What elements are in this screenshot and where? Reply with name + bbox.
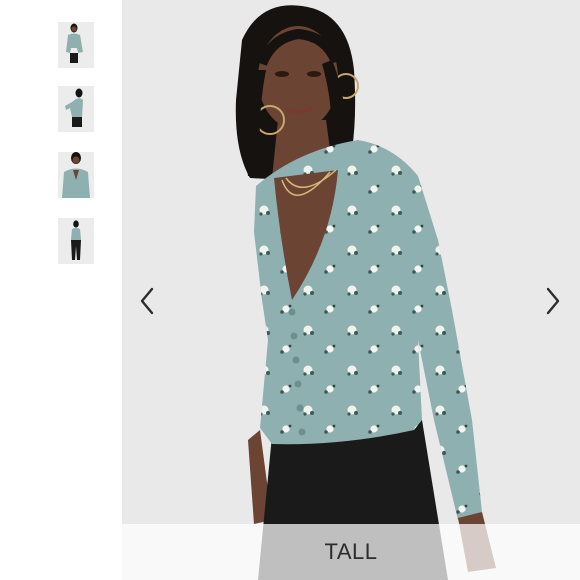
range-badge-label: TALL	[324, 539, 378, 564]
range-badge: TALL	[122, 524, 580, 580]
chevron-right-icon	[546, 287, 560, 315]
thumbnail-2[interactable]	[58, 86, 94, 132]
thumbnail-3[interactable]	[58, 152, 94, 198]
previous-image-button[interactable]	[134, 284, 160, 318]
thumbnail-1[interactable]	[58, 22, 94, 68]
thumbnail-2-image	[58, 86, 94, 132]
product-image-gallery: TALL	[122, 0, 580, 580]
thumbnail-3-image	[58, 152, 94, 198]
thumbnail-1-image	[58, 22, 94, 68]
next-image-button[interactable]	[540, 284, 566, 318]
thumbnail-4-image	[58, 218, 94, 264]
thumbnail-4[interactable]	[58, 218, 94, 264]
product-photo	[122, 0, 580, 580]
chevron-left-icon	[140, 287, 154, 315]
